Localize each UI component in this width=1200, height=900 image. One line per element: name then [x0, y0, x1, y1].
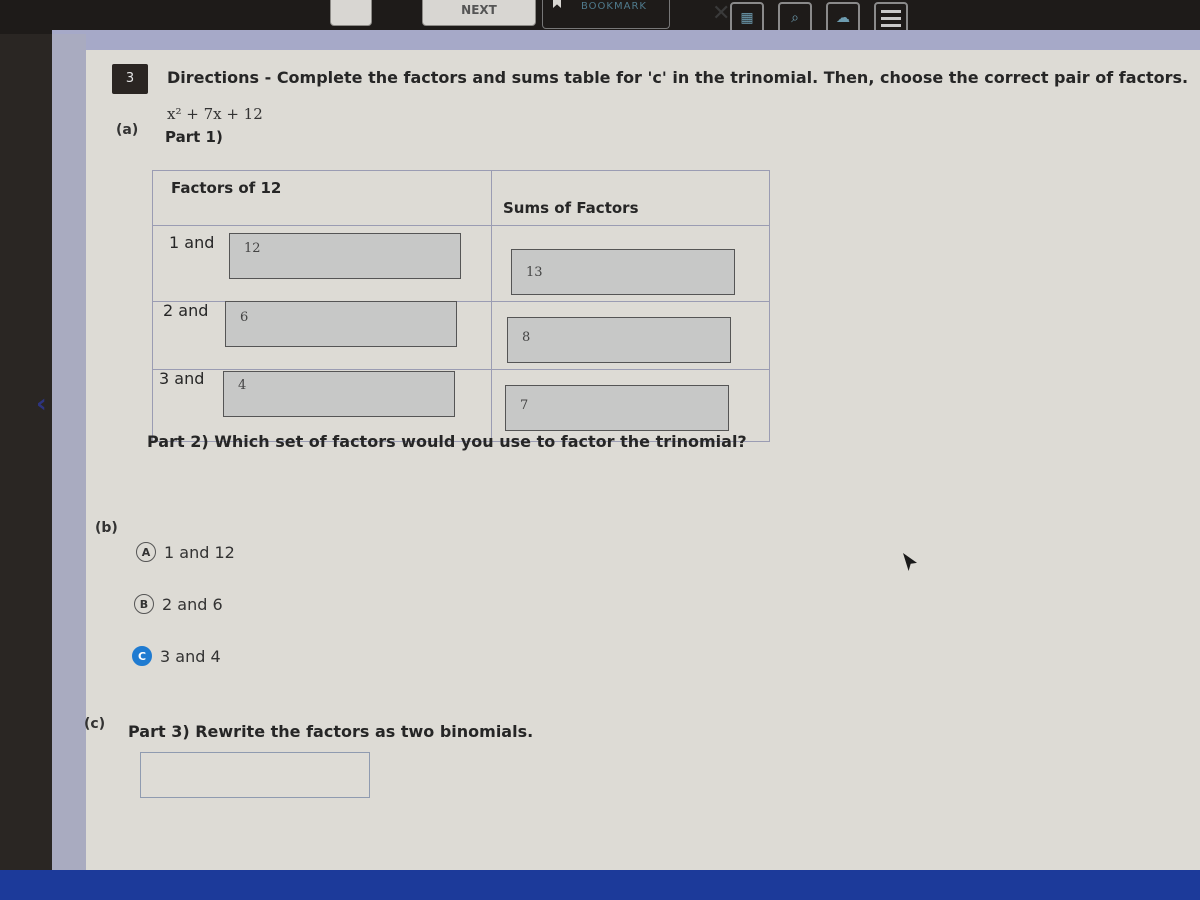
part-b-label: (b) [95, 520, 118, 536]
part-1-title: Part 1) [165, 128, 223, 146]
sum-input[interactable]: 13 [511, 249, 735, 295]
factor-row-label: 2 and [163, 301, 209, 320]
radio-a[interactable]: A [136, 542, 156, 562]
radio-b[interactable]: B [134, 594, 154, 614]
close-icon[interactable]: ✕ [712, 2, 730, 26]
choice-c[interactable]: C 3 and 4 [132, 646, 221, 666]
bookmark-button[interactable]: BOOKMARK [542, 0, 670, 29]
table-column-divider [491, 171, 492, 441]
sum-input[interactable]: 7 [505, 385, 729, 431]
factor-row-label: 3 and [159, 369, 205, 388]
previous-button[interactable] [330, 0, 372, 26]
choice-a-text: 1 and 12 [164, 542, 235, 562]
factors-table: Factors of 12 Sums of Factors 1 and 12 1… [152, 170, 770, 442]
factor-input[interactable]: 6 [225, 301, 457, 347]
bottom-band [0, 870, 1200, 900]
part-a-label: (a) [116, 122, 139, 138]
choice-a[interactable]: A 1 and 12 [136, 542, 235, 562]
bookmark-icon [553, 0, 561, 8]
question-number: 3 [112, 64, 148, 94]
header-band [52, 30, 1200, 50]
choice-b[interactable]: B 2 and 6 [134, 594, 223, 614]
top-toolbar: NEXT BOOKMARK ✕ ▦ ⌕ ☁ [0, 0, 1200, 36]
sum-input[interactable]: 8 [507, 317, 731, 363]
factor-input[interactable]: 12 [229, 233, 461, 279]
part-2-title: Part 2) Which set of factors would you u… [147, 432, 747, 451]
back-arrow-icon[interactable]: ‹ [36, 389, 47, 419]
part-c-label: (c) [84, 716, 106, 732]
next-button[interactable]: NEXT [422, 0, 536, 26]
radio-c-selected[interactable]: C [132, 646, 152, 666]
header-factors: Factors of 12 [171, 179, 282, 197]
factor-row-label: 1 and [169, 233, 215, 252]
binomials-answer-input[interactable] [140, 752, 370, 798]
choice-b-text: 2 and 6 [162, 594, 223, 614]
bookmark-label: BOOKMARK [581, 1, 647, 12]
part-3-title: Part 3) Rewrite the factors as two binom… [128, 722, 534, 741]
table-row-divider [153, 369, 769, 370]
header-sums: Sums of Factors [503, 199, 639, 217]
factor-input[interactable]: 4 [223, 371, 455, 417]
table-row-divider [153, 225, 769, 226]
choice-c-text: 3 and 4 [160, 646, 221, 666]
directions-text: Directions - Complete the factors and su… [167, 68, 1189, 87]
left-rail [52, 34, 86, 874]
trinomial-expression: x² + 7x + 12 [167, 105, 263, 123]
